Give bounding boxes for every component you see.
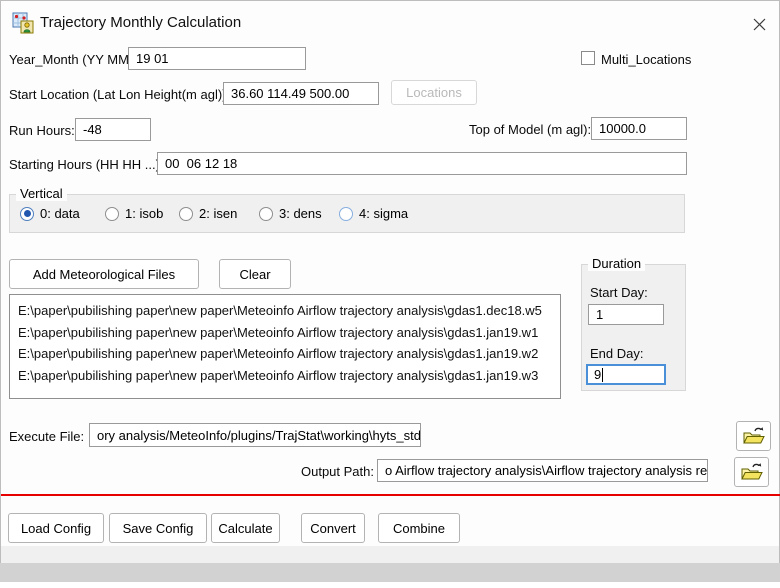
top-of-model-input[interactable]: 10000.0 [591, 117, 687, 140]
multi-locations-label: Multi_Locations [601, 52, 691, 67]
text-caret [602, 368, 603, 382]
radio-4-sigma[interactable]: 4: sigma [339, 206, 408, 221]
close-button[interactable] [745, 11, 773, 37]
start-day-label: Start Day: [590, 285, 648, 300]
convert-button[interactable]: Convert [301, 513, 365, 543]
year-month-label: Year_Month (YY MM): [9, 52, 137, 67]
met-file-item[interactable]: E:\paper\pubilishing paper\new paper\Met… [18, 322, 552, 344]
radio-dot [179, 207, 193, 221]
end-day-label: End Day: [590, 346, 643, 361]
year-month-input[interactable]: 19 01 [128, 47, 306, 70]
run-hours-input[interactable]: -48 [75, 118, 151, 141]
met-files-list[interactable]: E:\paper\pubilishing paper\new paper\Met… [9, 294, 561, 399]
load-config-button[interactable]: Load Config [8, 513, 104, 543]
folder-open-icon [740, 462, 764, 482]
met-file-item[interactable]: E:\paper\pubilishing paper\new paper\Met… [18, 300, 552, 322]
run-hours-label: Run Hours: [9, 123, 75, 138]
window-bottom-margin [0, 546, 780, 563]
starting-hours-input[interactable]: 00 06 12 18 [157, 152, 687, 175]
top-of-model-label: Top of Model (m agl): [469, 122, 591, 137]
trajectory-monthly-calculation-window: Trajectory Monthly Calculation Year_Mont… [0, 0, 780, 588]
clear-button[interactable]: Clear [219, 259, 291, 289]
separator-line [1, 494, 780, 496]
multi-locations-checkbox[interactable] [581, 51, 595, 65]
app-icon [12, 12, 34, 34]
start-location-input[interactable]: 36.60 114.49 500.00 [223, 82, 379, 105]
background-window-bar [0, 563, 780, 582]
radio-1-isob[interactable]: 1: isob [105, 206, 163, 221]
dialog-surface: Trajectory Monthly Calculation Year_Mont… [0, 0, 780, 546]
output-path-label: Output Path: [301, 464, 374, 479]
output-path-input[interactable]: o Airflow trajectory analysis\Airflow tr… [377, 459, 708, 482]
radio-dot [339, 207, 353, 221]
met-file-item[interactable]: E:\paper\pubilishing paper\new paper\Met… [18, 343, 552, 365]
vertical-groupbox: Vertical 0: data 1: isob 2: isen 3: dens… [9, 194, 685, 233]
close-icon [752, 17, 767, 32]
title-bar: Trajectory Monthly Calculation [1, 1, 780, 39]
radio-dot [20, 207, 34, 221]
start-day-input[interactable]: 1 [588, 304, 664, 325]
execute-file-browse-button[interactable] [736, 421, 771, 451]
folder-open-icon [742, 426, 766, 446]
radio-3-dens[interactable]: 3: dens [259, 206, 322, 221]
add-meteorological-files-button[interactable]: Add Meteorological Files [9, 259, 199, 289]
met-file-item[interactable]: E:\paper\pubilishing paper\new paper\Met… [18, 365, 552, 387]
calculate-button[interactable]: Calculate [211, 513, 280, 543]
output-path-browse-button[interactable] [734, 457, 769, 487]
start-location-label: Start Location (Lat Lon Height(m agl)): [9, 87, 230, 102]
starting-hours-label: Starting Hours (HH HH ...): [9, 157, 164, 172]
end-day-input[interactable]: 9 [586, 364, 666, 385]
duration-groupbox: Duration Start Day: 1 End Day: 9 [581, 264, 686, 391]
save-config-button[interactable]: Save Config [109, 513, 207, 543]
combine-button[interactable]: Combine [378, 513, 460, 543]
radio-2-isen[interactable]: 2: isen [179, 206, 237, 221]
execute-file-input[interactable]: ory analysis/MeteoInfo/plugins/TrajStat\… [89, 423, 421, 447]
radio-dot [105, 207, 119, 221]
execute-file-label: Execute File: [9, 429, 84, 444]
locations-button[interactable]: Locations [391, 80, 477, 105]
radio-0-data[interactable]: 0: data [20, 206, 80, 221]
vertical-groupbox-label: Vertical [16, 187, 67, 201]
window-title: Trajectory Monthly Calculation [40, 14, 241, 31]
radio-dot [259, 207, 273, 221]
duration-groupbox-label: Duration [588, 257, 645, 271]
